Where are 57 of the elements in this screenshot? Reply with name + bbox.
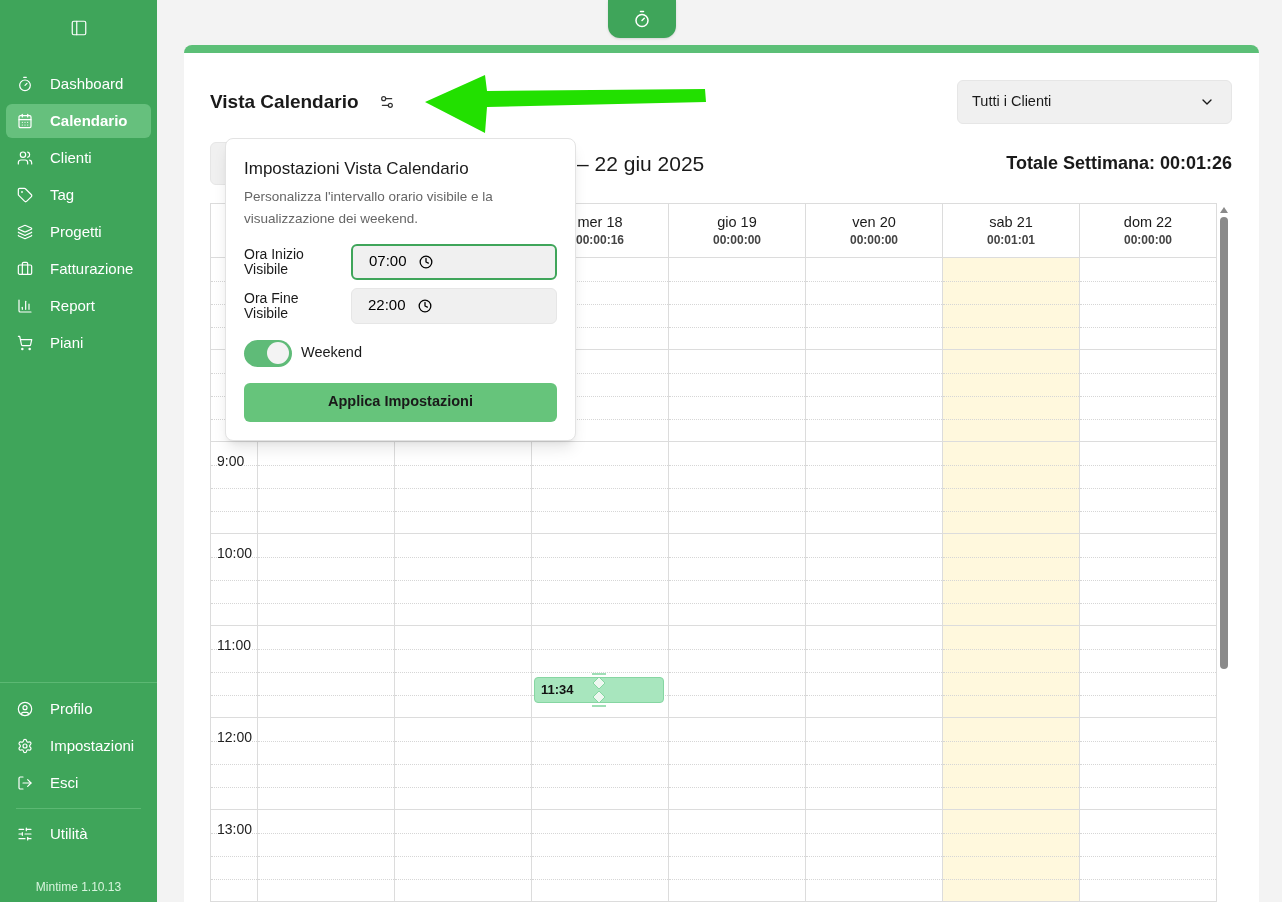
version-label: Mintime 1.10.13 — [34, 879, 123, 896]
users-icon — [17, 150, 33, 166]
layers-icon — [17, 224, 33, 240]
sidebar-item[interactable]: Utilità — [6, 817, 151, 851]
sidebar-item[interactable]: Fatturazione — [6, 252, 151, 286]
sidebar-item[interactable]: Impostazioni — [6, 729, 151, 763]
clock-icon — [418, 254, 433, 269]
settings-toggle-icon[interactable] — [378, 94, 395, 110]
logout-icon — [17, 775, 33, 791]
time-field[interactable]: 07:00 — [351, 243, 557, 280]
day-label: mer 18 — [577, 212, 623, 231]
stopwatch-icon — [633, 10, 651, 28]
field-label: Ora Fine Visibile — [244, 290, 300, 321]
bar-chart-icon — [17, 298, 33, 314]
stopwatch-icon — [17, 76, 33, 92]
apply-button[interactable]: Applica Impostazioni — [244, 382, 557, 422]
day-label: ven 20 — [852, 212, 896, 231]
day-total: 00:00:16 — [575, 231, 624, 249]
popover-title: Impostazioni Vista Calendario — [244, 158, 470, 180]
toggle-label: Weekend — [301, 343, 362, 363]
sliders-icon — [17, 826, 33, 842]
sidebar-item[interactable]: Esci — [6, 766, 151, 800]
cart-icon — [17, 335, 33, 351]
week-total: Totale Settimana: 00:01:26 — [1006, 152, 1232, 175]
field-label: Ora Inizio Visibile — [244, 246, 305, 277]
day-label: sab 21 — [989, 212, 1033, 231]
day-total: 00:00:00 — [1123, 231, 1172, 249]
day-total: 00:00:00 — [712, 231, 761, 249]
sidebar-item[interactable]: Piani — [6, 326, 151, 360]
user-circle-icon — [17, 701, 33, 717]
day-total: 00:00:00 — [849, 231, 898, 249]
briefcase-icon — [17, 261, 33, 277]
sidebar-item[interactable]: Calendario — [6, 104, 151, 138]
card-title: Vista Calendario — [210, 89, 359, 114]
sidebar-toggle-icon[interactable] — [69, 19, 88, 37]
weekend-toggle[interactable] — [244, 339, 292, 367]
sidebar-item[interactable]: Report — [6, 289, 151, 323]
time-field[interactable]: 22:00 — [351, 287, 557, 324]
sidebar-item[interactable]: Tag — [6, 178, 151, 212]
clock-icon — [417, 298, 432, 313]
time-entry[interactable]: 11:34 — [534, 677, 664, 704]
popover-description: Personalizza l'intervallo orario visibile e la visualizzazione dei weekend. — [244, 187, 494, 228]
calendar-icon — [17, 113, 33, 129]
day-label: gio 19 — [717, 212, 757, 231]
client-select[interactable]: Tutti i Clienti — [957, 80, 1232, 124]
sidebar-item[interactable]: Profilo — [6, 692, 151, 726]
tag-icon — [17, 187, 33, 203]
resize-handle-icon[interactable] — [590, 673, 608, 708]
sidebar-item[interactable]: Clienti — [6, 141, 151, 175]
sidebar-item[interactable]: Dashboard — [6, 67, 151, 101]
day-label: dom 22 — [1123, 212, 1173, 231]
settings-icon — [17, 738, 33, 754]
sidebar-item[interactable]: Progetti — [6, 215, 151, 249]
timer-button[interactable] — [608, 0, 676, 38]
day-total: 00:01:01 — [986, 231, 1035, 249]
scroll-up-icon[interactable] — [1220, 207, 1228, 213]
date-range: – 22 giu 2025 — [577, 150, 705, 177]
